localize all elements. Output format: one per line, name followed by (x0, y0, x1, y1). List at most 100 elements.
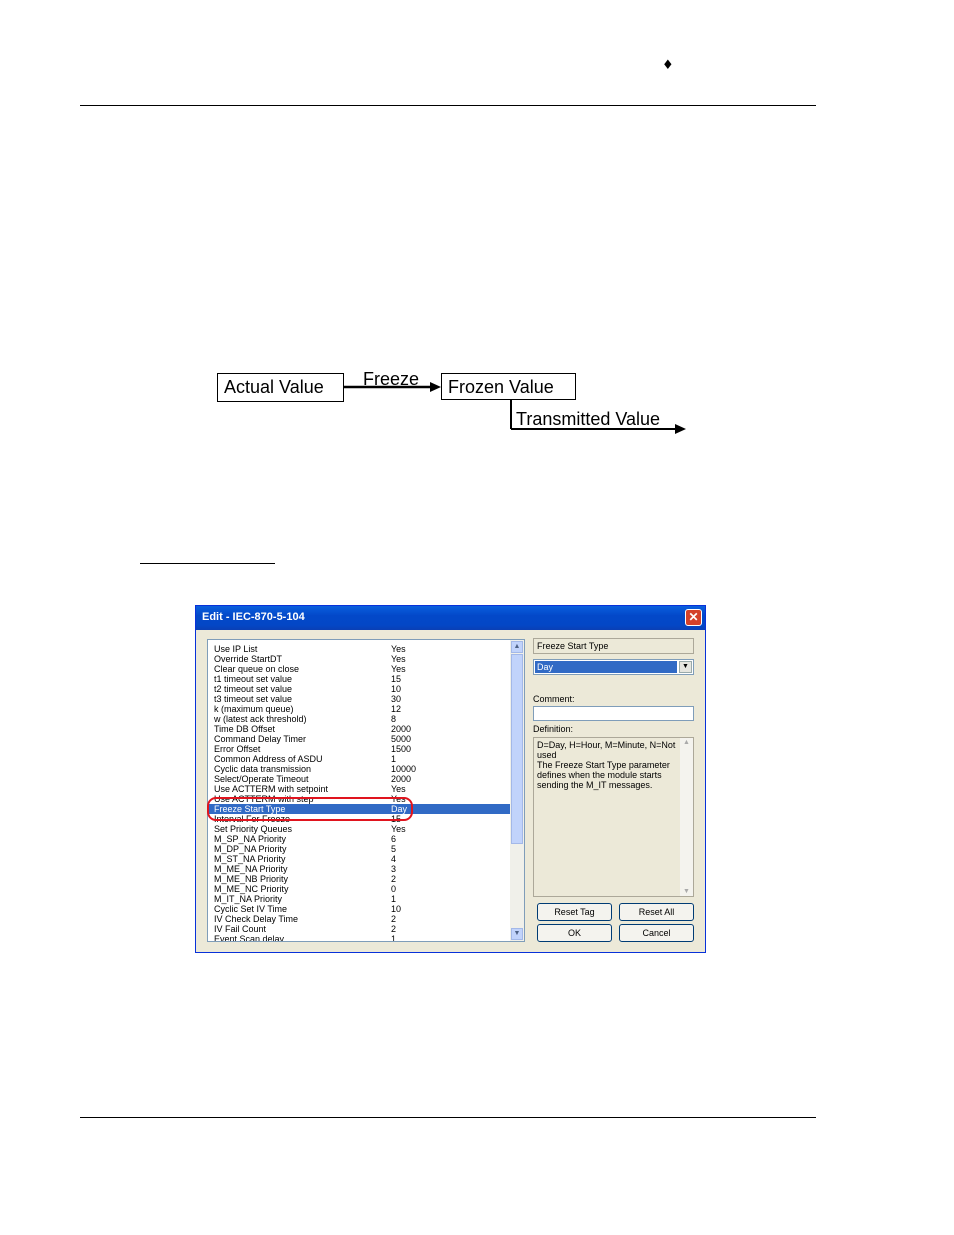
parameter-row[interactable]: M_SP_NA Priority 6 (208, 834, 512, 844)
parameter-value: 12 (391, 704, 402, 714)
parameter-value: 1 (391, 894, 397, 904)
parameter-value: 2000 (391, 774, 412, 784)
parameter-row[interactable]: t1 timeout set value 15 (208, 674, 512, 684)
diagram-arrows (344, 382, 686, 434)
parameter-name: IV Check Delay Time (214, 914, 299, 924)
edit-dialog: Edit - IEC-870-5-104 ✕ Use IP List Yes Ove… (195, 605, 706, 953)
parameter-name: IV Fail Count (214, 924, 267, 934)
parameter-value: Yes (391, 784, 406, 794)
parameter-row[interactable]: M_DP_NA Priority 5 (208, 844, 512, 854)
dialog-title: Edit - IEC-870-5-104 (202, 611, 305, 623)
parameter-row[interactable]: Time DB Offset 2000 (208, 724, 512, 734)
parameter-row[interactable]: IV Fail Count 2 (208, 924, 512, 934)
parameter-name: Common Address of ASDU (214, 754, 323, 764)
definition-scrollbar[interactable]: ▲ ▼ (680, 738, 693, 896)
parameter-name: Cyclic Set IV Time (214, 904, 288, 914)
parameter-row[interactable]: Select/Operate Timeout 2000 (208, 774, 512, 784)
parameter-value: 8 (391, 714, 397, 724)
dialog-title-bar[interactable]: Edit - IEC-870-5-104 ✕ (196, 606, 705, 630)
definition-text-area[interactable]: D=Day, H=Hour, M=Minute, N=Not used The … (533, 737, 694, 897)
scroll-up-icon[interactable]: ▲ (511, 641, 523, 653)
parameter-row[interactable]: Clear queue on close Yes (208, 664, 512, 674)
parameter-name: Event Scan delay (214, 934, 285, 942)
parameter-value: 2 (391, 914, 397, 924)
parameter-row[interactable]: M_ST_NA Priority 4 (208, 854, 512, 864)
parameter-row[interactable]: w (latest ack threshold) 8 (208, 714, 512, 724)
parameter-value: 3 (391, 864, 397, 874)
parameter-value: 30 (391, 694, 402, 704)
parameter-value: 10 (391, 684, 402, 694)
parameter-value: Yes (391, 644, 406, 654)
reset-tag-button[interactable]: Reset Tag (537, 903, 612, 921)
parameter-value: 0 (391, 884, 397, 894)
parameter-row[interactable]: M_ME_NC Priority 0 (208, 884, 512, 894)
parameter-name: Cyclic data transmission (214, 764, 312, 774)
parameter-name: w (latest ack threshold) (214, 714, 307, 724)
parameter-name: t3 timeout set value (214, 694, 293, 704)
close-icon: ✕ (688, 610, 699, 624)
scroll-thumb[interactable] (511, 654, 523, 844)
parameter-name: Use IP List (214, 644, 258, 654)
text-underline (140, 563, 275, 564)
parameter-name: M_ST_NA Priority (214, 854, 286, 864)
ok-button[interactable]: OK (537, 924, 612, 942)
reset-all-button[interactable]: Reset All (619, 903, 694, 921)
parameter-value: 10000 (391, 764, 417, 774)
comment-label: Comment: (533, 694, 575, 704)
comment-input[interactable] (533, 706, 694, 721)
parameter-row[interactable]: k (maximum queue) 12 (208, 704, 512, 714)
parameter-row[interactable]: M_ME_NA Priority 3 (208, 864, 512, 874)
parameter-value: 6 (391, 834, 397, 844)
parameter-name: Command Delay Timer (214, 734, 307, 744)
parameter-name: M_ME_NB Priority (214, 874, 289, 884)
parameter-row[interactable]: Set Priority Queues Yes (208, 824, 512, 834)
footer-rule (80, 1117, 816, 1118)
parameter-row[interactable]: Event Scan delay 1 (208, 934, 512, 942)
parameter-name: M_ME_NA Priority (214, 864, 288, 874)
highlight-oval (207, 797, 413, 821)
scroll-down-icon[interactable]: ▼ (511, 928, 523, 940)
parameter-row[interactable]: Error Offset 1500 (208, 744, 512, 754)
parameter-name: Select/Operate Timeout (214, 774, 309, 784)
parameter-value: 2 (391, 874, 397, 884)
parameter-value: 1 (391, 754, 397, 764)
parameter-row[interactable]: Use IP List Yes (208, 644, 512, 654)
parameter-row[interactable]: M_IT_NA Priority 1 (208, 894, 512, 904)
parameter-row[interactable]: Cyclic Set IV Time 10 (208, 904, 512, 914)
parameter-value: 5000 (391, 734, 412, 744)
parameter-name: Set Priority Queues (214, 824, 293, 834)
parameter-row[interactable]: Use ACTTERM with setpoint Yes (208, 784, 512, 794)
param-name-field: Freeze Start Type (533, 638, 694, 654)
close-button[interactable]: ✕ (685, 609, 702, 626)
parameter-value: Yes (391, 824, 406, 834)
parameter-row[interactable]: Override StartDT Yes (208, 654, 512, 664)
parameter-row[interactable]: t3 timeout set value 30 (208, 694, 512, 704)
definition-text: D=Day, H=Hour, M=Minute, N=Not used The … (537, 740, 676, 790)
def-scroll-up-icon[interactable]: ▲ (681, 739, 692, 746)
parameter-name: t1 timeout set value (214, 674, 293, 684)
parameter-name: Error Offset (214, 744, 261, 754)
parameter-row[interactable]: M_ME_NB Priority 2 (208, 874, 512, 884)
parameter-row[interactable]: Common Address of ASDU 1 (208, 754, 512, 764)
cancel-button[interactable]: Cancel (619, 924, 694, 942)
parameter-name: Override StartDT (214, 654, 283, 664)
parameter-name: M_DP_NA Priority (214, 844, 287, 854)
parameter-name: Use ACTTERM with setpoint (214, 784, 329, 794)
def-scroll-down-icon[interactable]: ▼ (681, 888, 692, 895)
parameter-value: 15 (391, 674, 402, 684)
freeze-type-dropdown[interactable]: Day ▼ (533, 659, 694, 675)
parameter-name: M_SP_NA Priority (214, 834, 287, 844)
parameter-row[interactable]: t2 timeout set value 10 (208, 684, 512, 694)
dropdown-selected-value: Day (535, 661, 677, 673)
parameter-value: Yes (391, 664, 406, 674)
definition-label: Definition: (533, 724, 574, 734)
parameter-value: 10 (391, 904, 402, 914)
parameter-value: 2 (391, 924, 397, 934)
parameter-row[interactable]: IV Check Delay Time 2 (208, 914, 512, 924)
parameter-value: Yes (391, 654, 406, 664)
parameter-list[interactable]: Use IP List Yes Override StartDT Yes Clear q… (207, 639, 525, 942)
chevron-down-icon[interactable]: ▼ (679, 661, 692, 673)
parameter-row[interactable]: Cyclic data transmission 10000 (208, 764, 512, 774)
parameter-row[interactable]: Command Delay Timer 5000 (208, 734, 512, 744)
list-scrollbar[interactable]: ▲ ▼ (510, 640, 524, 941)
